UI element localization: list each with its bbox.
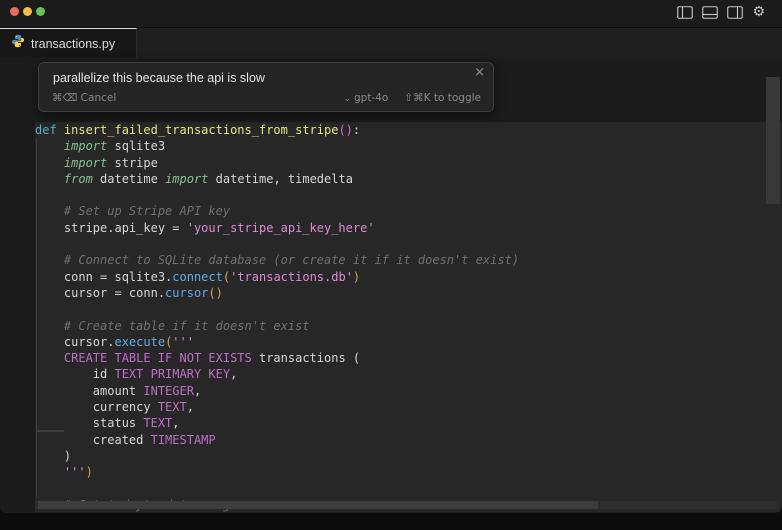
code-line[interactable]: cursor.execute(''' [35, 334, 782, 350]
zoom-window-button[interactable] [36, 7, 45, 16]
inline-edit-prompt: parallelize this because the api is slow… [38, 62, 494, 112]
toggle-hint: ⇧⌘K to toggle [404, 92, 481, 104]
cancel-button[interactable]: ⌘⌫ Cancel [52, 92, 116, 104]
code-line[interactable]: # Set up Stripe API key [35, 203, 782, 219]
layout-panel-icon[interactable] [702, 6, 718, 19]
prompt-input[interactable]: parallelize this because the api is slow [53, 71, 467, 85]
code-line[interactable]: currency TEXT, [35, 399, 782, 415]
layout-sidebar-left-icon[interactable] [677, 6, 693, 19]
code-line[interactable]: from datetime import datetime, timedelta [35, 171, 782, 187]
code-line[interactable]: CREATE TABLE IF NOT EXISTS transactions … [35, 350, 782, 366]
code-line[interactable]: # Connect to SQLite database (or create … [35, 252, 782, 268]
code-line[interactable]: # Create table if it doesn't exist [35, 318, 782, 334]
prompt-footer: ⌘⌫ Cancel ⌄gpt-4o ⇧⌘K to toggle [52, 92, 481, 104]
titlebar-actions: ⚙ [677, 4, 765, 20]
vertical-scrollbar-thumb[interactable] [766, 77, 780, 204]
tab-label: transactions.py [31, 37, 115, 51]
code-line[interactable]: id TEXT PRIMARY KEY, [35, 366, 782, 382]
minimize-window-button[interactable] [23, 7, 32, 16]
code-line[interactable] [35, 301, 782, 317]
python-icon [11, 34, 25, 53]
close-icon[interactable]: × [474, 65, 485, 80]
code-line[interactable]: amount INTEGER, [35, 383, 782, 399]
layout-sidebar-right-icon[interactable] [727, 6, 743, 19]
code-line[interactable]: cursor = conn.cursor() [35, 285, 782, 301]
chevron-down-icon: ⌄ [343, 94, 351, 104]
code-area[interactable]: def insert_failed_transactions_from_stri… [35, 122, 782, 513]
traffic-lights [10, 7, 45, 16]
code-line[interactable] [35, 236, 782, 252]
model-selector[interactable]: ⌄gpt-4o [343, 92, 388, 104]
code-line[interactable]: def insert_failed_transactions_from_stri… [35, 122, 782, 138]
titlebar: ⚙ [0, 0, 782, 28]
editor: def insert_failed_transactions_from_stri… [0, 58, 782, 512]
editor-window: ⚙ transactions.py def insert_failed_tran… [0, 0, 782, 513]
settings-gear-icon[interactable]: ⚙ [752, 4, 765, 20]
code-line[interactable]: created TIMESTAMP [35, 432, 782, 448]
tab-bar: transactions.py [0, 28, 782, 58]
tab-transactions-py[interactable]: transactions.py [0, 28, 137, 58]
horizontal-scrollbar-thumb[interactable] [38, 501, 598, 509]
code-line[interactable]: status TEXT, [35, 415, 782, 431]
code-line[interactable] [35, 481, 782, 497]
close-window-button[interactable] [10, 7, 19, 16]
code-line[interactable]: conn = sqlite3.connect('transactions.db'… [35, 269, 782, 285]
code-line[interactable]: import sqlite3 [35, 138, 782, 154]
code-line[interactable]: ''') [35, 464, 782, 480]
code-line[interactable]: ) [35, 448, 782, 464]
code-line[interactable]: import stripe [35, 155, 782, 171]
code-line[interactable] [35, 187, 782, 203]
code-line[interactable]: stripe.api_key = 'your_stripe_api_key_he… [35, 220, 782, 236]
